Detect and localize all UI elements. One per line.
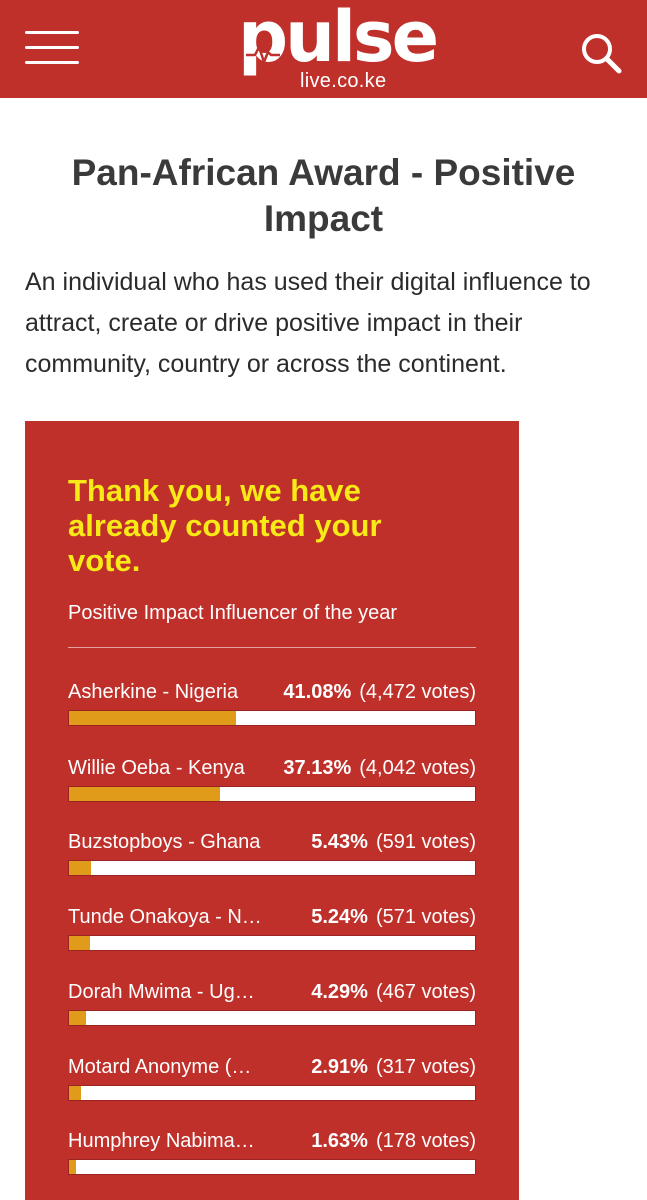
option-name: Asherkine - Nigeria	[68, 681, 239, 703]
result-bar-fill	[69, 936, 91, 950]
option-name: Motard Anonyme (@...	[68, 1056, 263, 1078]
option-votes: (317 votes)	[375, 1056, 476, 1078]
option-name: Willie Oeba - Kenya	[68, 757, 245, 779]
poll-question: Positive Impact Influencer of the year	[68, 602, 398, 624]
result-bar-fill	[69, 861, 92, 875]
option-votes: (591 votes)	[375, 831, 476, 853]
option-name: Tunde Onakoya - Nigeria	[68, 906, 263, 928]
option-name: Humphrey Nabimanya...	[68, 1130, 263, 1152]
option-percent: 5.24%	[311, 906, 368, 928]
poll-option: Tunde Onakoya - Nigeria 5.24% (571 votes)	[68, 905, 476, 965]
poll-option: Buzstopboys - Ghana 5.43% (591 votes)	[68, 830, 476, 890]
result-bar	[68, 860, 476, 876]
option-votes: (178 votes)	[375, 1130, 476, 1152]
result-bar-fill	[69, 1086, 81, 1100]
poll-widget: Thank you, we have already counted your …	[25, 421, 519, 1200]
hamburger-menu-icon[interactable]	[25, 29, 80, 67]
option-stats: 1.63% (178 votes)	[311, 1129, 476, 1153]
award-description: An individual who has used their digital…	[25, 268, 591, 378]
option-percent: 2.91%	[311, 1056, 368, 1078]
option-votes: (4,472 votes)	[359, 681, 476, 703]
divider	[68, 647, 476, 648]
option-votes: (571 votes)	[375, 906, 476, 928]
result-bar-fill	[69, 711, 236, 725]
result-bar	[68, 710, 476, 726]
result-bar	[68, 1085, 476, 1101]
poll-option: Motard Anonyme (@... 2.91% (317 votes)	[68, 1055, 476, 1115]
heartbeat-icon	[246, 45, 280, 64]
poll-option: Dorah Mwima - Uganda 4.29% (467 votes)	[68, 980, 476, 1040]
option-percent: 1.63%	[311, 1130, 368, 1152]
page-title: Pan-African Award - Positive Impact	[71, 152, 576, 239]
option-name: Dorah Mwima - Uganda	[68, 981, 263, 1003]
option-percent: 37.13%	[283, 757, 352, 779]
option-stats: 5.43% (591 votes)	[311, 830, 476, 854]
option-percent: 5.43%	[311, 831, 368, 853]
result-bar	[68, 935, 476, 951]
result-bar-fill	[69, 1160, 76, 1174]
result-bar-fill	[69, 787, 220, 801]
poll-option: Willie Oeba - Kenya 37.13% (4,042 votes)	[68, 756, 476, 816]
result-bar-fill	[69, 1011, 87, 1025]
pulse-logo[interactable]: pulse live.co.ke	[232, 2, 439, 92]
option-stats: 5.24% (571 votes)	[311, 905, 476, 929]
logo-domain: live.co.ke	[300, 70, 387, 92]
option-stats: 41.08% (4,472 votes)	[283, 680, 476, 704]
option-stats: 37.13% (4,042 votes)	[283, 756, 476, 780]
poll-option: Asherkine - Nigeria 41.08% (4,472 votes)	[68, 680, 476, 740]
poll-option: Humphrey Nabimanya... 1.63% (178 votes)	[68, 1129, 476, 1189]
option-votes: (467 votes)	[375, 981, 476, 1003]
search-icon[interactable]	[578, 30, 624, 76]
thank-you-message: Thank you, we have already counted your …	[68, 473, 382, 578]
option-votes: (4,042 votes)	[359, 757, 476, 779]
option-stats: 4.29% (467 votes)	[311, 980, 476, 1004]
option-stats: 2.91% (317 votes)	[311, 1055, 476, 1079]
site-header: pulse live.co.ke	[0, 0, 647, 98]
option-percent: 41.08%	[283, 681, 352, 703]
option-name: Buzstopboys - Ghana	[68, 831, 261, 853]
result-bar	[68, 786, 476, 802]
option-percent: 4.29%	[311, 981, 368, 1003]
result-bar	[68, 1010, 476, 1026]
result-bar	[68, 1159, 476, 1175]
